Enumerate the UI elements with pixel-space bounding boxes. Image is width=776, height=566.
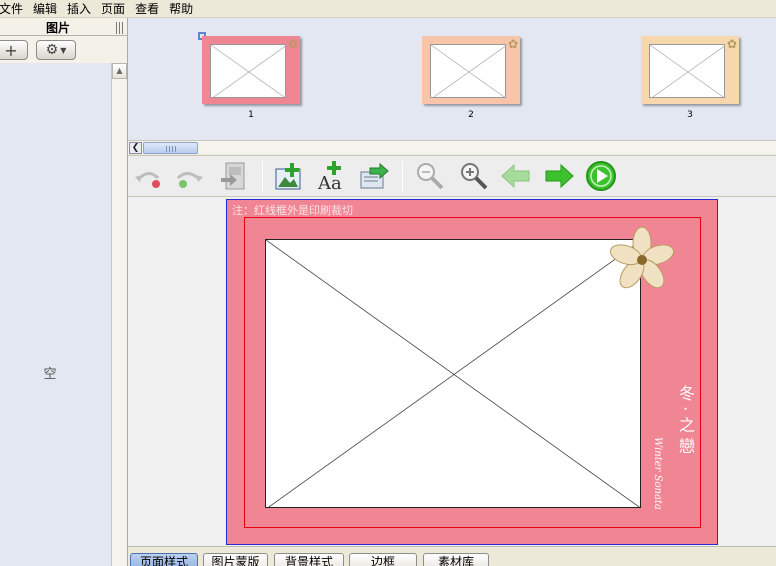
menu-help[interactable]: 帮助 bbox=[164, 0, 198, 18]
add-image-button[interactable]: + bbox=[0, 40, 28, 60]
plus-icon: + bbox=[4, 40, 18, 60]
trim-note: 注：红线框外是印刷裁切 bbox=[232, 204, 353, 217]
thumbnail-number: 3 bbox=[687, 110, 693, 120]
thumbnail-frame: ✿ bbox=[422, 36, 520, 104]
decorative-title-chinese: 冬 · 之 戀 bbox=[676, 385, 695, 454]
import-button[interactable] bbox=[358, 160, 390, 192]
gear-icon: ⚙ bbox=[45, 42, 59, 58]
play-button[interactable] bbox=[585, 160, 617, 192]
image-placeholder[interactable] bbox=[265, 239, 641, 508]
thumbnail-placeholder bbox=[210, 44, 286, 98]
add-image-icon bbox=[275, 163, 301, 190]
thumbnail-number: 1 bbox=[248, 110, 254, 120]
tab-image-mask[interactable]: 图片蒙版 bbox=[203, 553, 268, 566]
play-icon bbox=[586, 161, 616, 191]
decorative-title: 冬 · 之 戀 Winter Sonata bbox=[652, 385, 699, 510]
image-panel-title: 图片 bbox=[45, 21, 70, 35]
image-panel-header: 图片 bbox=[0, 20, 128, 36]
thumbnail-frame: ✿ bbox=[202, 36, 300, 104]
flower-icon: ✿ bbox=[507, 37, 518, 51]
toolbar-separator bbox=[262, 161, 263, 193]
menu-edit[interactable]: 编辑 bbox=[28, 0, 62, 18]
flower-icon: ✿ bbox=[726, 37, 737, 51]
image-panel: 图片 + ⚙ ▼ 空 ▲ bbox=[0, 18, 128, 566]
prev-page-button[interactable] bbox=[500, 160, 532, 192]
tab-page-style[interactable]: 页面样式 bbox=[130, 553, 198, 566]
redo-icon bbox=[176, 172, 203, 188]
tab-asset-library[interactable]: 素材库 bbox=[423, 553, 489, 566]
flower-icon: ✿ bbox=[287, 37, 298, 51]
decorative-title-english: Winter Sonata bbox=[652, 437, 663, 510]
page-canvas[interactable]: 注：红线框外是印刷裁切 冬 · 之 戀 Winter Sonata bbox=[128, 197, 776, 546]
panel-grip-icon[interactable] bbox=[116, 22, 124, 34]
image-list[interactable]: 空 bbox=[0, 63, 111, 566]
tab-background-style[interactable]: 背景样式 bbox=[274, 553, 344, 566]
scroll-up-icon[interactable]: ▲ bbox=[112, 63, 127, 79]
thumbnail-scrollbar[interactable]: ❮ bbox=[128, 140, 776, 154]
zoom-in-button[interactable] bbox=[458, 160, 490, 192]
tab-border[interactable]: 边框 bbox=[349, 553, 417, 566]
add-image-button[interactable] bbox=[273, 160, 305, 192]
undo-icon bbox=[135, 172, 160, 188]
scrollbar-thumb[interactable] bbox=[143, 142, 198, 154]
svg-text:Aa: Aa bbox=[317, 173, 342, 192]
bottom-tabs: 页面样式 图片蒙版 背景样式 边框 素材库 bbox=[128, 546, 776, 566]
image-options-button[interactable]: ⚙ ▼ bbox=[36, 40, 76, 60]
scroll-left-icon[interactable]: ❮ bbox=[129, 142, 142, 154]
menu-page[interactable]: 页面 bbox=[96, 0, 130, 18]
thumbnail-frame: ✿ bbox=[641, 36, 739, 104]
toolbar-separator bbox=[402, 161, 403, 193]
add-text-button[interactable]: Aa bbox=[316, 160, 348, 194]
zoom-in-icon bbox=[461, 163, 488, 190]
chevron-down-icon: ▼ bbox=[60, 45, 67, 55]
add-text-icon: Aa bbox=[317, 161, 342, 194]
editor-toolbar: Aa bbox=[128, 155, 776, 197]
menu-bar: 文件 编辑 插入 页面 查看 帮助 bbox=[0, 0, 776, 18]
thumbnail-number: 2 bbox=[468, 110, 474, 120]
flower-icon bbox=[609, 226, 675, 289]
image-list-scrollbar[interactable]: ▲ bbox=[111, 63, 127, 566]
prev-page-icon bbox=[501, 163, 530, 189]
import-icon bbox=[360, 162, 389, 189]
image-panel-toolbar: + ⚙ ▼ bbox=[0, 37, 128, 63]
page-thumbnails: ✿ 1 ✿ 2 ✿ 3 bbox=[128, 18, 776, 142]
page-preview[interactable]: 注：红线框外是印刷裁切 冬 · 之 戀 Winter Sonata bbox=[226, 199, 718, 545]
next-page-icon bbox=[545, 163, 574, 189]
menu-insert[interactable]: 插入 bbox=[62, 0, 96, 18]
menu-view[interactable]: 查看 bbox=[130, 0, 164, 18]
thumbnail-placeholder bbox=[430, 44, 506, 98]
zoom-out-icon bbox=[417, 163, 444, 190]
thumbnail-placeholder bbox=[649, 44, 725, 98]
zoom-out-button[interactable] bbox=[414, 160, 446, 192]
next-page-button[interactable] bbox=[543, 160, 575, 192]
empty-state-text: 空 bbox=[43, 367, 57, 382]
undo-button[interactable] bbox=[132, 160, 164, 192]
delete-page-button[interactable] bbox=[218, 160, 250, 192]
menu-file[interactable]: 文件 bbox=[0, 0, 28, 18]
delete-page-icon bbox=[221, 162, 245, 190]
grip-icon bbox=[166, 146, 176, 152]
redo-button[interactable] bbox=[174, 160, 206, 192]
placeholder-cross-icon bbox=[266, 240, 640, 507]
